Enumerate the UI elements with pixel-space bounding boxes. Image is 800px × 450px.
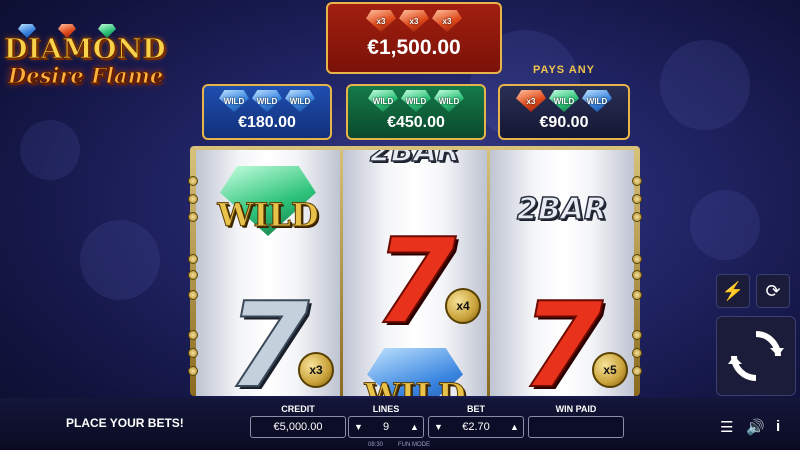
multiplier-badge: x5 — [592, 352, 628, 388]
autoplay-icon: ⟳ — [765, 280, 781, 301]
bokeh-light — [80, 220, 160, 300]
lines-label: LINES — [372, 404, 400, 414]
triangle-down-icon: ▼ — [354, 422, 363, 432]
bar-symbol: 2BAR — [369, 150, 461, 170]
info-icon[interactable]: i — [776, 418, 780, 435]
wild-label: WILD — [217, 196, 319, 235]
payline-marker — [188, 290, 198, 300]
win-paid-value — [528, 416, 624, 438]
turbo-button[interactable]: ⚡ — [716, 274, 750, 308]
reel-2: 2BAR 7 x4 WILD — [343, 150, 487, 396]
menu-icon[interactable]: ☰ — [720, 418, 733, 436]
green-diamond-icon: WILD — [549, 90, 579, 112]
blue-diamond-icon: WILD — [582, 90, 612, 112]
payline-marker — [632, 212, 642, 222]
clock-text: 08:30 — [368, 442, 384, 448]
credit-label: CREDIT — [281, 404, 315, 414]
red-diamond-icon: x3 — [366, 10, 396, 32]
payline-marker — [188, 176, 198, 186]
credit-value: €5,000.00 — [250, 416, 346, 438]
payline-marker — [188, 254, 198, 264]
paytable-top-prize: x3 x3 x3 €1,500.00 — [326, 2, 502, 74]
payline-marker — [632, 348, 642, 358]
lightning-off-icon: ⚡ — [721, 280, 745, 301]
prize-amount: €180.00 — [238, 114, 296, 131]
pays-any-label: PAYS ANY — [532, 64, 595, 76]
lines-increase-button[interactable]: ▲ — [410, 416, 419, 438]
bet-increase-button[interactable]: ▲ — [510, 416, 519, 438]
blue-diamond-icon: WILD — [252, 90, 282, 112]
red-diamond-icon: x3 — [399, 10, 429, 32]
mode-text: FUN MODE — [398, 442, 430, 448]
prize-amount: €90.00 — [539, 114, 589, 131]
paytable-blue-prize: WILD WILD WILD €180.00 — [202, 84, 332, 140]
autoplay-button[interactable]: ⟳ — [756, 274, 790, 308]
payline-marker — [188, 348, 198, 358]
wild-label-wrap: WILD — [196, 196, 340, 235]
payline-marker — [632, 366, 642, 376]
triangle-down-icon: ▼ — [434, 422, 443, 432]
payline-marker — [188, 194, 198, 204]
prize-amount: €1,500.00 — [367, 36, 461, 59]
paytable-any-prize: x3 WILD WILD €90.00 — [498, 84, 630, 140]
green-diamond-icon: WILD — [368, 90, 398, 112]
sound-icon[interactable]: 🔊 — [746, 418, 765, 436]
reel-3: 2BAR 7 x5 — [490, 150, 634, 396]
wild-label: WILD — [364, 376, 466, 397]
bokeh-light — [20, 120, 80, 180]
spin-icon — [728, 331, 784, 381]
bar-symbol: 2BAR — [516, 191, 608, 228]
triangle-up-icon: ▲ — [410, 422, 419, 432]
payline-marker — [188, 330, 198, 340]
payline-marker — [632, 176, 642, 186]
bar-symbol-wrap: 2BAR — [343, 150, 487, 170]
multiplier-badge: x3 — [298, 352, 334, 388]
bar-symbol-wrap: 2BAR — [490, 191, 634, 228]
payline-marker — [188, 212, 198, 222]
payline-marker — [188, 270, 198, 280]
multiplier-badge: x4 — [445, 288, 481, 324]
wild-label-wrap: WILD — [343, 376, 487, 397]
blue-diamond-icon: WILD — [219, 90, 249, 112]
green-diamond-icon: WILD — [434, 90, 464, 112]
red-diamond-icon: x3 — [432, 10, 462, 32]
reel-frame: WILD 7 x3 2BAR 7 x4 WILD 2BAR 7 x5 — [190, 146, 640, 396]
game-logo: DIAMOND Desire Flame — [4, 24, 184, 100]
lines-decrease-button[interactable]: ▼ — [354, 416, 363, 438]
payline-marker — [632, 254, 642, 264]
bet-decrease-button[interactable]: ▼ — [434, 416, 443, 438]
reel-1: WILD 7 x3 — [196, 150, 340, 396]
seven-symbol: 7 — [373, 212, 457, 350]
win-paid-label: WIN PAID — [555, 404, 597, 414]
payline-marker — [632, 330, 642, 340]
red-diamond-icon: x3 — [516, 90, 546, 112]
payline-marker — [632, 290, 642, 300]
blue-diamond-icon: WILD — [285, 90, 315, 112]
logo-title: DIAMOND — [4, 34, 167, 66]
logo-subtitle: Desire Flame — [8, 63, 164, 89]
spin-button[interactable] — [716, 316, 796, 396]
payline-marker — [632, 194, 642, 204]
triangle-up-icon: ▲ — [510, 422, 519, 432]
seven-symbol: 7 — [520, 276, 604, 396]
payline-marker — [632, 270, 642, 280]
payline-marker — [188, 366, 198, 376]
bokeh-light — [690, 190, 760, 260]
paytable-green-prize: WILD WILD WILD €450.00 — [346, 84, 486, 140]
status-message: PLACE YOUR BETS! — [66, 416, 184, 430]
bet-label: BET — [467, 404, 485, 414]
bokeh-light — [660, 40, 750, 130]
seven-symbol: 7 — [226, 276, 310, 396]
prize-amount: €450.00 — [387, 114, 445, 131]
green-diamond-icon: WILD — [401, 90, 431, 112]
